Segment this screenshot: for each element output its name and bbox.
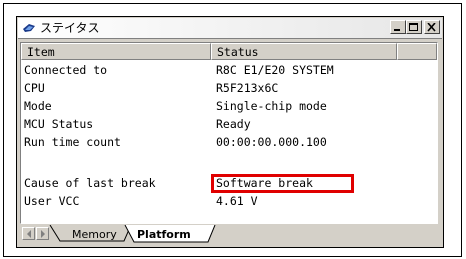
status-window: ステイタス Item Status Connected to R8C E1/E2…	[16, 16, 444, 248]
tab-bar: Memory Platform	[20, 225, 438, 244]
maximize-button[interactable]	[406, 20, 422, 34]
row-status-value: R5F213x6C	[216, 81, 279, 95]
maximize-icon	[409, 23, 418, 31]
close-button[interactable]	[424, 20, 440, 34]
row-item-label: Cause of last break	[24, 176, 156, 190]
column-header-item[interactable]: Item	[21, 43, 211, 60]
tab-memory[interactable]: Memory	[72, 228, 117, 241]
row-status-value: 4.61 V	[216, 194, 258, 208]
status-list[interactable]: Item Status Connected to R8C E1/E20 SYST…	[20, 42, 438, 224]
table-row[interactable]: CPU R5F213x6C	[21, 80, 437, 97]
row-item-label: CPU	[24, 81, 45, 95]
status-window-icon	[23, 24, 35, 32]
title-bar[interactable]: ステイタス	[18, 18, 442, 39]
table-row[interactable]: Run time count 00:00:00.000.100	[21, 134, 437, 151]
row-item-label: MCU Status	[24, 117, 94, 131]
row-item-label: User VCC	[24, 194, 80, 208]
row-item-label: Mode	[24, 99, 52, 113]
minimize-icon	[394, 29, 400, 31]
table-row[interactable]: Connected to R8C E1/E20 SYSTEM	[21, 62, 437, 79]
column-header-status[interactable]: Status	[211, 43, 397, 60]
tab-platform[interactable]: Platform	[137, 228, 191, 241]
row-item-label: Run time count	[24, 135, 121, 149]
minimize-button[interactable]	[390, 20, 406, 34]
highlight-box	[211, 174, 354, 193]
table-row[interactable]: User VCC 4.61 V	[21, 193, 437, 210]
arrow-left-icon	[27, 230, 31, 238]
row-status-value: R8C E1/E20 SYSTEM	[216, 63, 334, 77]
row-status-value: Single-chip mode	[216, 99, 327, 113]
close-icon	[427, 23, 436, 32]
arrow-right-icon	[41, 230, 45, 238]
column-header-filler	[397, 43, 437, 60]
table-row[interactable]: Mode Single-chip mode	[21, 98, 437, 115]
list-header: Item Status	[21, 43, 437, 60]
row-status-value: 00:00:00.000.100	[216, 135, 327, 149]
tab-scroll-left-button[interactable]	[22, 227, 35, 240]
window-title: ステイタス	[40, 21, 100, 35]
row-status-value: Ready	[216, 117, 251, 131]
table-row[interactable]: MCU Status Ready	[21, 116, 437, 133]
row-item-label: Connected to	[24, 63, 108, 77]
